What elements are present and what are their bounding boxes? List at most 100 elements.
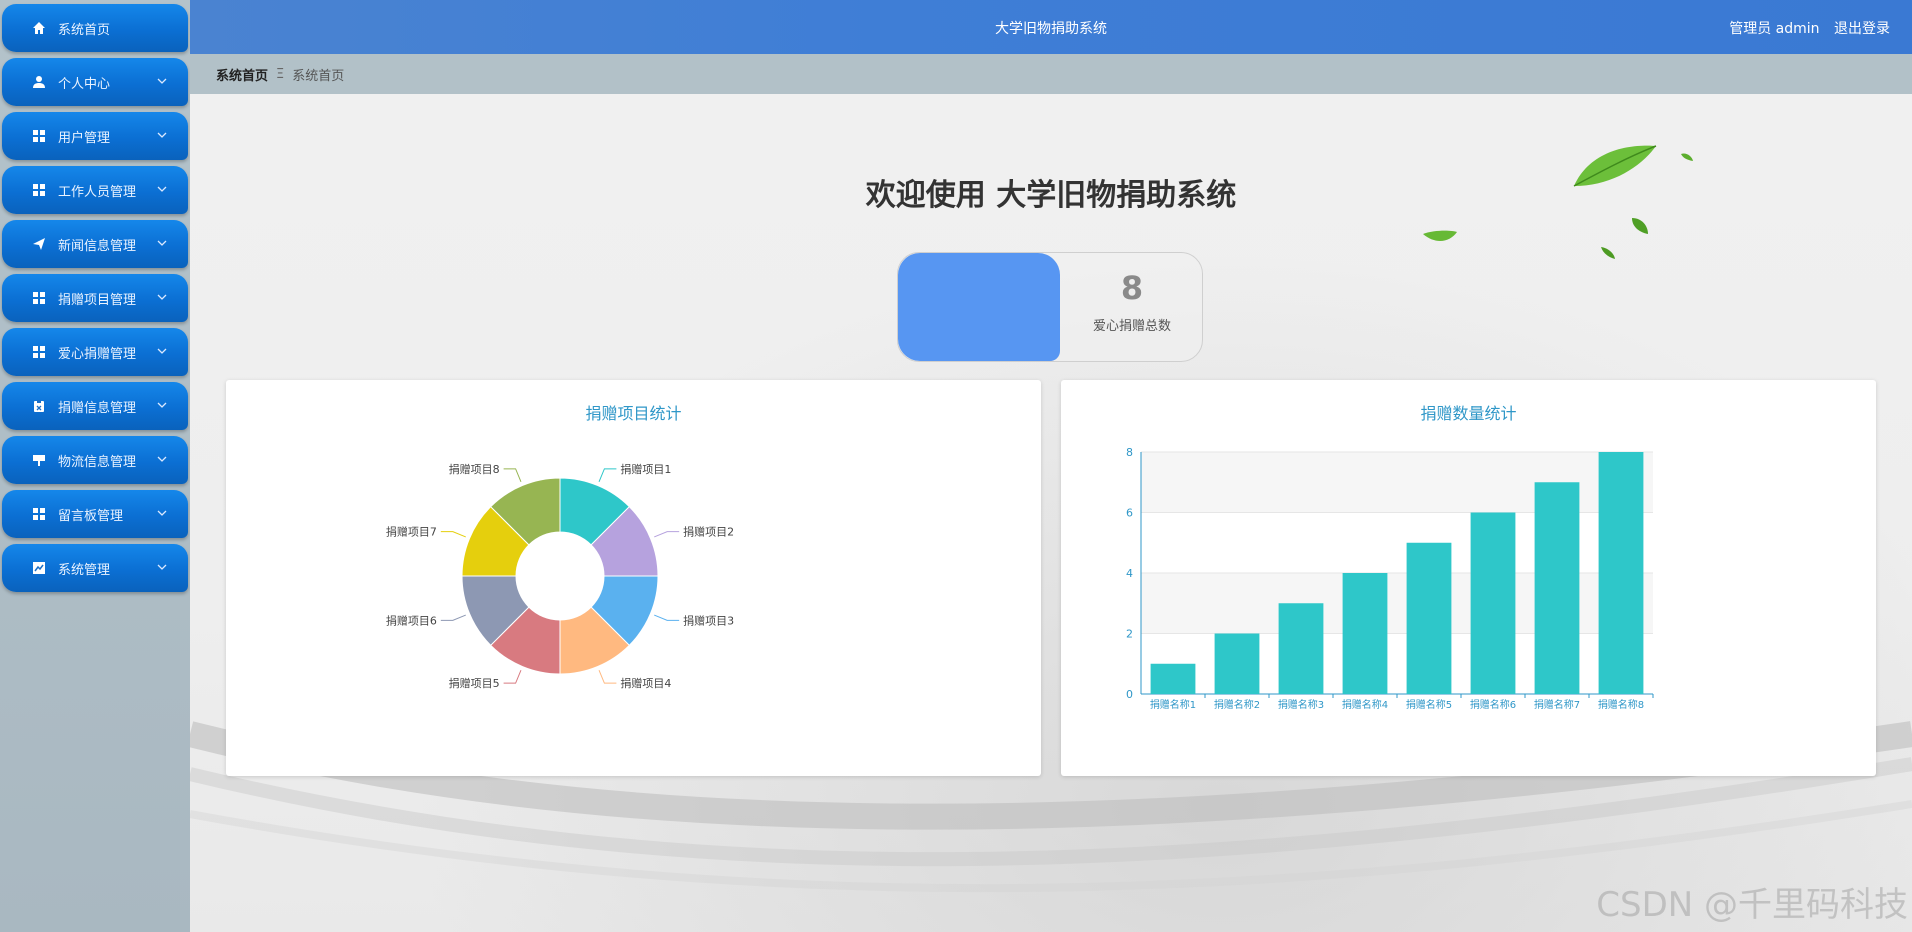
x-tick-label: 捐赠名称4 [1342, 698, 1388, 711]
user-label[interactable]: 管理员 admin [1729, 21, 1819, 37]
logout-link[interactable]: 退出登录 [1834, 21, 1890, 37]
home-icon [32, 21, 46, 35]
pie-label: 捐赠项目2 [683, 525, 734, 539]
pie-leader-line [598, 670, 617, 684]
chevron-down-icon [156, 237, 168, 249]
grid-icon [32, 291, 46, 305]
clipboard-icon [32, 399, 46, 413]
grid-icon [32, 345, 46, 359]
sidebar-item-label: 爱心捐赠管理 [58, 346, 137, 362]
chevron-down-icon [156, 561, 168, 573]
bar[interactable] [1150, 663, 1196, 694]
y-tick-label: 0 [1126, 688, 1133, 701]
bar[interactable] [1342, 573, 1388, 694]
x-tick-label: 捐赠名称6 [1470, 698, 1516, 711]
leaf-icon [1601, 247, 1615, 259]
bar-chart: 0 2 4 6 8 捐赠名称1 捐赠名称2 捐赠名称3 捐赠名称4 捐赠名称5 捐赠名称6 捐赠名称7… [1126, 446, 1654, 711]
sidebar-item-label: 系统管理 [58, 562, 111, 578]
x-tick-label: 捐赠名称1 [1150, 698, 1196, 711]
sidebar-item-label: 捐赠信息管理 [58, 400, 137, 416]
bar[interactable] [1214, 633, 1260, 695]
donation-total-card: 8 爱心捐赠总数 [897, 252, 1203, 362]
sidebar: 系统首页个人中心用户管理工作人员管理新闻信息管理 捐赠项目管理 爱心捐赠管理 捐赠信息… [0, 0, 190, 932]
leaf-icon [1423, 230, 1457, 241]
sidebar-item-7[interactable]: 爱心捐赠管理 [2, 328, 188, 376]
sidebar-item-6[interactable]: 捐赠项目管理 [2, 274, 188, 322]
bar[interactable] [1470, 512, 1516, 695]
bar-chart-panel: 捐赠数量统计 0 2 4 6 8 捐赠名称1 捐赠名称2 捐赠名称3 捐赠名称4 捐赠名称5 捐赠名… [1061, 380, 1876, 776]
leaf-icon [1681, 153, 1693, 161]
chevron-down-icon [156, 129, 168, 141]
chevron-down-icon [156, 75, 168, 87]
chart-icon [32, 561, 46, 575]
pie-leader-line [503, 468, 522, 482]
stat-card-color-block [898, 253, 1060, 361]
sidebar-item-label: 留言板管理 [58, 508, 124, 524]
user-icon [32, 75, 46, 89]
x-tick-label: 捐赠名称2 [1214, 698, 1260, 711]
x-tick-label: 捐赠名称5 [1406, 698, 1452, 711]
sidebar-item-label: 系统首页 [58, 22, 111, 38]
bar[interactable] [1406, 542, 1452, 694]
welcome-heading: 欢迎使用 大学旧物捐助系统 [865, 178, 1237, 213]
x-tick-label: 捐赠名称8 [1598, 698, 1644, 711]
chevron-down-icon [156, 345, 168, 357]
y-tick-label: 6 [1126, 507, 1133, 520]
stand-icon [32, 453, 46, 467]
sidebar-item-label: 物流信息管理 [58, 454, 137, 470]
bar[interactable] [1278, 603, 1324, 694]
main-content: 欢迎使用 大学旧物捐助系统 8 爱心捐赠总数 捐赠项目统计 捐赠项目1 捐赠项目2… [190, 94, 1912, 932]
pie-leader-line [440, 531, 466, 538]
pie-chart-panel: 捐赠项目统计 捐赠项目1 捐赠项目2 捐赠项目3 捐赠项目4 捐赠项目5 捐赠项目6 捐赠项… [226, 380, 1041, 776]
pie-label: 捐赠项目7 [386, 525, 437, 539]
donation-total-value: 8 [1120, 269, 1144, 307]
y-tick-label: 4 [1126, 567, 1133, 580]
sidebar-item-5[interactable]: 新闻信息管理 [2, 220, 188, 268]
sidebar-item-3[interactable]: 用户管理 [2, 112, 188, 160]
grid-icon [32, 507, 46, 521]
pie-label: 捐赠项目5 [449, 676, 500, 690]
pie-leader-line [654, 531, 680, 538]
sidebar-item-11[interactable]: 系统管理 [2, 544, 188, 592]
chevron-down-icon [156, 399, 168, 411]
pie-chart: 捐赠项目1 捐赠项目2 捐赠项目3 捐赠项目4 捐赠项目5 捐赠项目6 捐赠项目7 捐赠项目8 [386, 462, 734, 690]
user-area: 管理员 admin 退出登录 [1719, 18, 1890, 38]
bar[interactable] [1534, 482, 1580, 694]
pie-leader-line [503, 670, 522, 684]
sidebar-item-10[interactable]: 留言板管理 [2, 490, 188, 538]
pie-leader-line [654, 614, 680, 621]
sidebar-item-4[interactable]: 工作人员管理 [2, 166, 188, 214]
chevron-down-icon [156, 291, 168, 303]
send-icon [32, 237, 46, 251]
chevron-down-icon [156, 183, 168, 195]
sidebar-item-2[interactable]: 个人中心 [2, 58, 188, 106]
breadcrumb-current: 系统首页 [292, 68, 345, 84]
sidebar-item-label: 个人中心 [58, 76, 111, 92]
pie-label: 捐赠项目3 [683, 613, 734, 627]
breadcrumb-home[interactable]: 系统首页 [216, 65, 268, 84]
y-tick-label: 8 [1126, 446, 1133, 459]
pie-leader-line [598, 468, 617, 482]
pie-label: 捐赠项目4 [620, 676, 671, 690]
donation-total-label: 爱心捐赠总数 [1092, 319, 1171, 334]
bar[interactable] [1598, 452, 1644, 694]
pie-leader-line [440, 614, 466, 621]
sidebar-item-label: 捐赠项目管理 [58, 292, 137, 308]
app-title: 大学旧物捐助系统 [995, 21, 1107, 37]
chevron-down-icon [156, 507, 168, 519]
top-header: 大学旧物捐助系统 管理员 admin 退出登录 [190, 0, 1912, 54]
pie-label: 捐赠项目8 [449, 462, 500, 476]
x-tick-label: 捐赠名称7 [1534, 698, 1580, 711]
pie-label: 捐赠项目1 [620, 462, 671, 476]
sidebar-item-label: 新闻信息管理 [58, 238, 137, 254]
sidebar-item-8[interactable]: 捐赠信息管理 [2, 382, 188, 430]
y-tick-label: 2 [1126, 628, 1133, 641]
x-tick-label: 捐赠名称3 [1278, 698, 1324, 711]
grid-icon [32, 183, 46, 197]
sidebar-item-1[interactable]: 系统首页 [2, 4, 188, 52]
grid-icon [32, 129, 46, 143]
sidebar-item-9[interactable]: 物流信息管理 [2, 436, 188, 484]
watermark: CSDN @千里码科技 [1596, 885, 1908, 925]
pie-label: 捐赠项目6 [386, 613, 437, 627]
chevron-down-icon [156, 453, 168, 465]
